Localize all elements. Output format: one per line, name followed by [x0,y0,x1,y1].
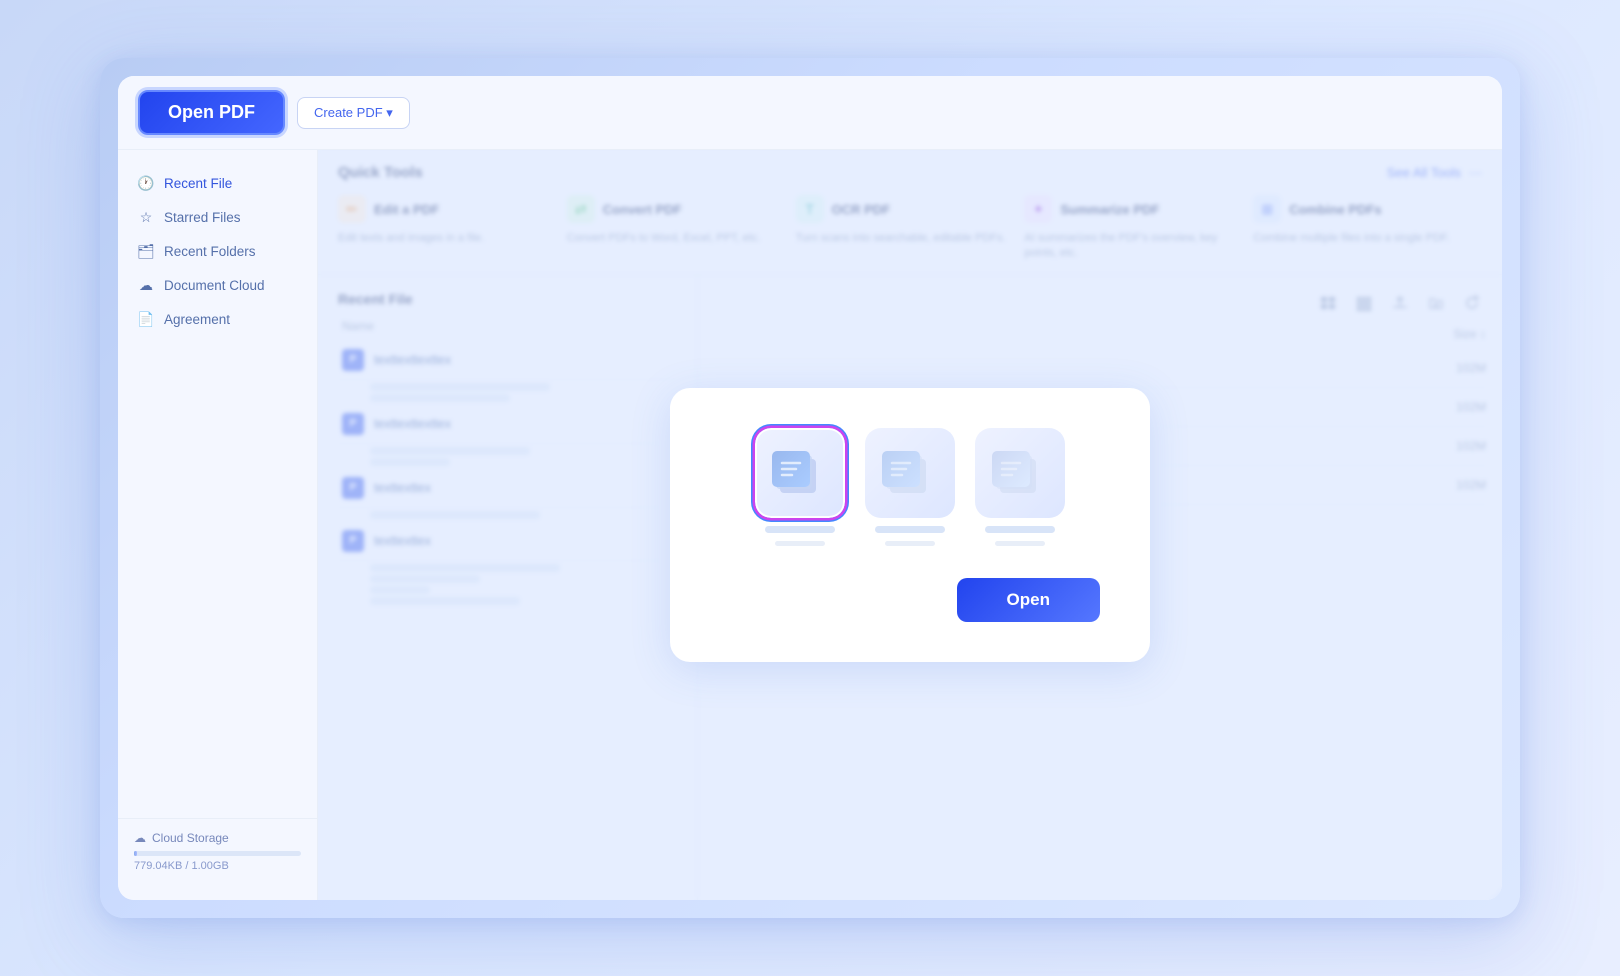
file-label-2 [875,526,945,533]
header: Open PDF Create PDF ▾ [118,76,1502,150]
file-sublabel-3 [995,541,1045,546]
sidebar: 🕐 Recent File ☆ Starred Files 🗂 Recent F… [118,150,318,900]
file-sublabel-1 [775,541,825,546]
open-pdf-button[interactable]: Open PDF [138,90,285,135]
star-icon: ☆ [138,209,154,225]
window-wrap: Open PDF Create PDF ▾ 🕐 Recent File ☆ St… [100,58,1520,918]
storage-label: ☁ Cloud Storage [134,831,301,845]
storage-bar-background [134,851,301,856]
content-area: Quick Tools See All Tools ··· ✏ Edit a P… [318,150,1502,900]
dialog-file-icon-3 [975,428,1065,518]
main-window: Open PDF Create PDF ▾ 🕐 Recent File ☆ St… [118,76,1502,900]
sidebar-item-document-cloud[interactable]: ☁ Document Cloud [118,268,317,302]
dialog-open-button[interactable]: Open [957,578,1100,622]
dialog-file-card-1[interactable] [755,428,845,546]
file-label-3 [985,526,1055,533]
dialog-file-icon-1 [755,428,845,518]
sidebar-item-starred-files[interactable]: ☆ Starred Files [118,200,317,234]
storage-text: 779.04KB / 1.00GB [134,860,301,872]
sidebar-item-recent-folders[interactable]: 🗂 Recent Folders [118,234,317,268]
sidebar-label-document-cloud: Document Cloud [164,278,265,293]
cloud-storage-icon: ☁ [134,831,146,845]
cloud-icon: ☁ [138,277,154,293]
sidebar-item-recent-file[interactable]: 🕐 Recent File [118,166,317,200]
file-label-1 [765,526,835,533]
sidebar-label-recent-file: Recent File [164,176,232,191]
dialog-files-row [755,428,1065,546]
dialog-file-card-2[interactable] [865,428,955,546]
sidebar-item-agreement[interactable]: 📄 Agreement [118,302,317,336]
document-icon: 📄 [138,311,154,327]
sidebar-label-starred-files: Starred Files [164,210,241,225]
sidebar-label-recent-folders: Recent Folders [164,244,256,259]
sidebar-storage: ☁ Cloud Storage 779.04KB / 1.00GB [118,818,317,884]
recent-file-icon: 🕐 [138,175,154,191]
sidebar-label-agreement: Agreement [164,312,230,327]
folder-icon: 🗂 [138,243,154,259]
create-pdf-button[interactable]: Create PDF ▾ [297,97,410,129]
dialog-overlay: Open [318,150,1502,900]
file-sublabel-2 [885,541,935,546]
storage-bar-fill [134,851,137,856]
dialog-file-card-3[interactable] [975,428,1065,546]
main-layout: 🕐 Recent File ☆ Starred Files 🗂 Recent F… [118,150,1502,900]
file-picker-dialog: Open [670,388,1150,662]
dialog-file-icon-2 [865,428,955,518]
